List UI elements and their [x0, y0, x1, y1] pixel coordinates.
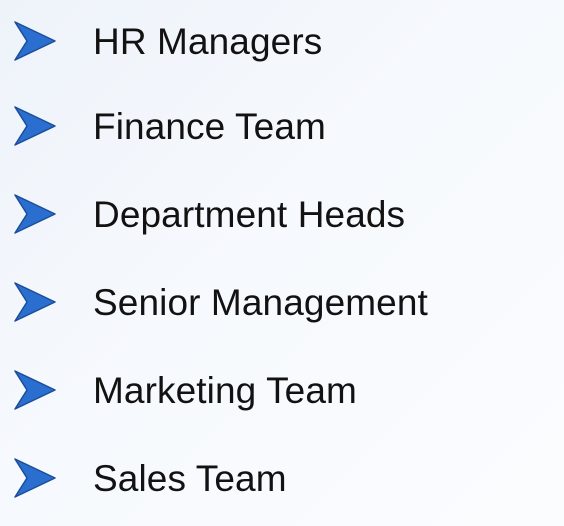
- list-item-label: Sales Team: [93, 457, 287, 499]
- list-item: Marketing Team: [14, 346, 559, 434]
- list-item: Sales Team: [14, 434, 559, 522]
- audience-list: HR Managers Finance Team Department Head…: [14, 0, 559, 522]
- list-item: Senior Management: [14, 258, 559, 346]
- arrow-bullet-icon: [14, 282, 56, 322]
- arrow-bullet-icon: [14, 21, 56, 61]
- arrow-bullet-icon: [14, 370, 56, 410]
- arrow-bullet-icon: [14, 106, 56, 146]
- arrow-bullet-icon: [14, 458, 56, 498]
- slide: HR Managers Finance Team Department Head…: [0, 0, 564, 526]
- list-item-label: Marketing Team: [93, 369, 357, 411]
- list-item-label: Finance Team: [93, 105, 326, 147]
- arrow-bullet-icon: [14, 194, 56, 234]
- list-item: HR Managers: [14, 0, 559, 82]
- list-item-label: HR Managers: [93, 20, 323, 62]
- list-item: Department Heads: [14, 170, 559, 258]
- list-item-label: Department Heads: [93, 193, 406, 235]
- list-item: Finance Team: [14, 82, 559, 170]
- list-item-label: Senior Management: [93, 281, 428, 323]
